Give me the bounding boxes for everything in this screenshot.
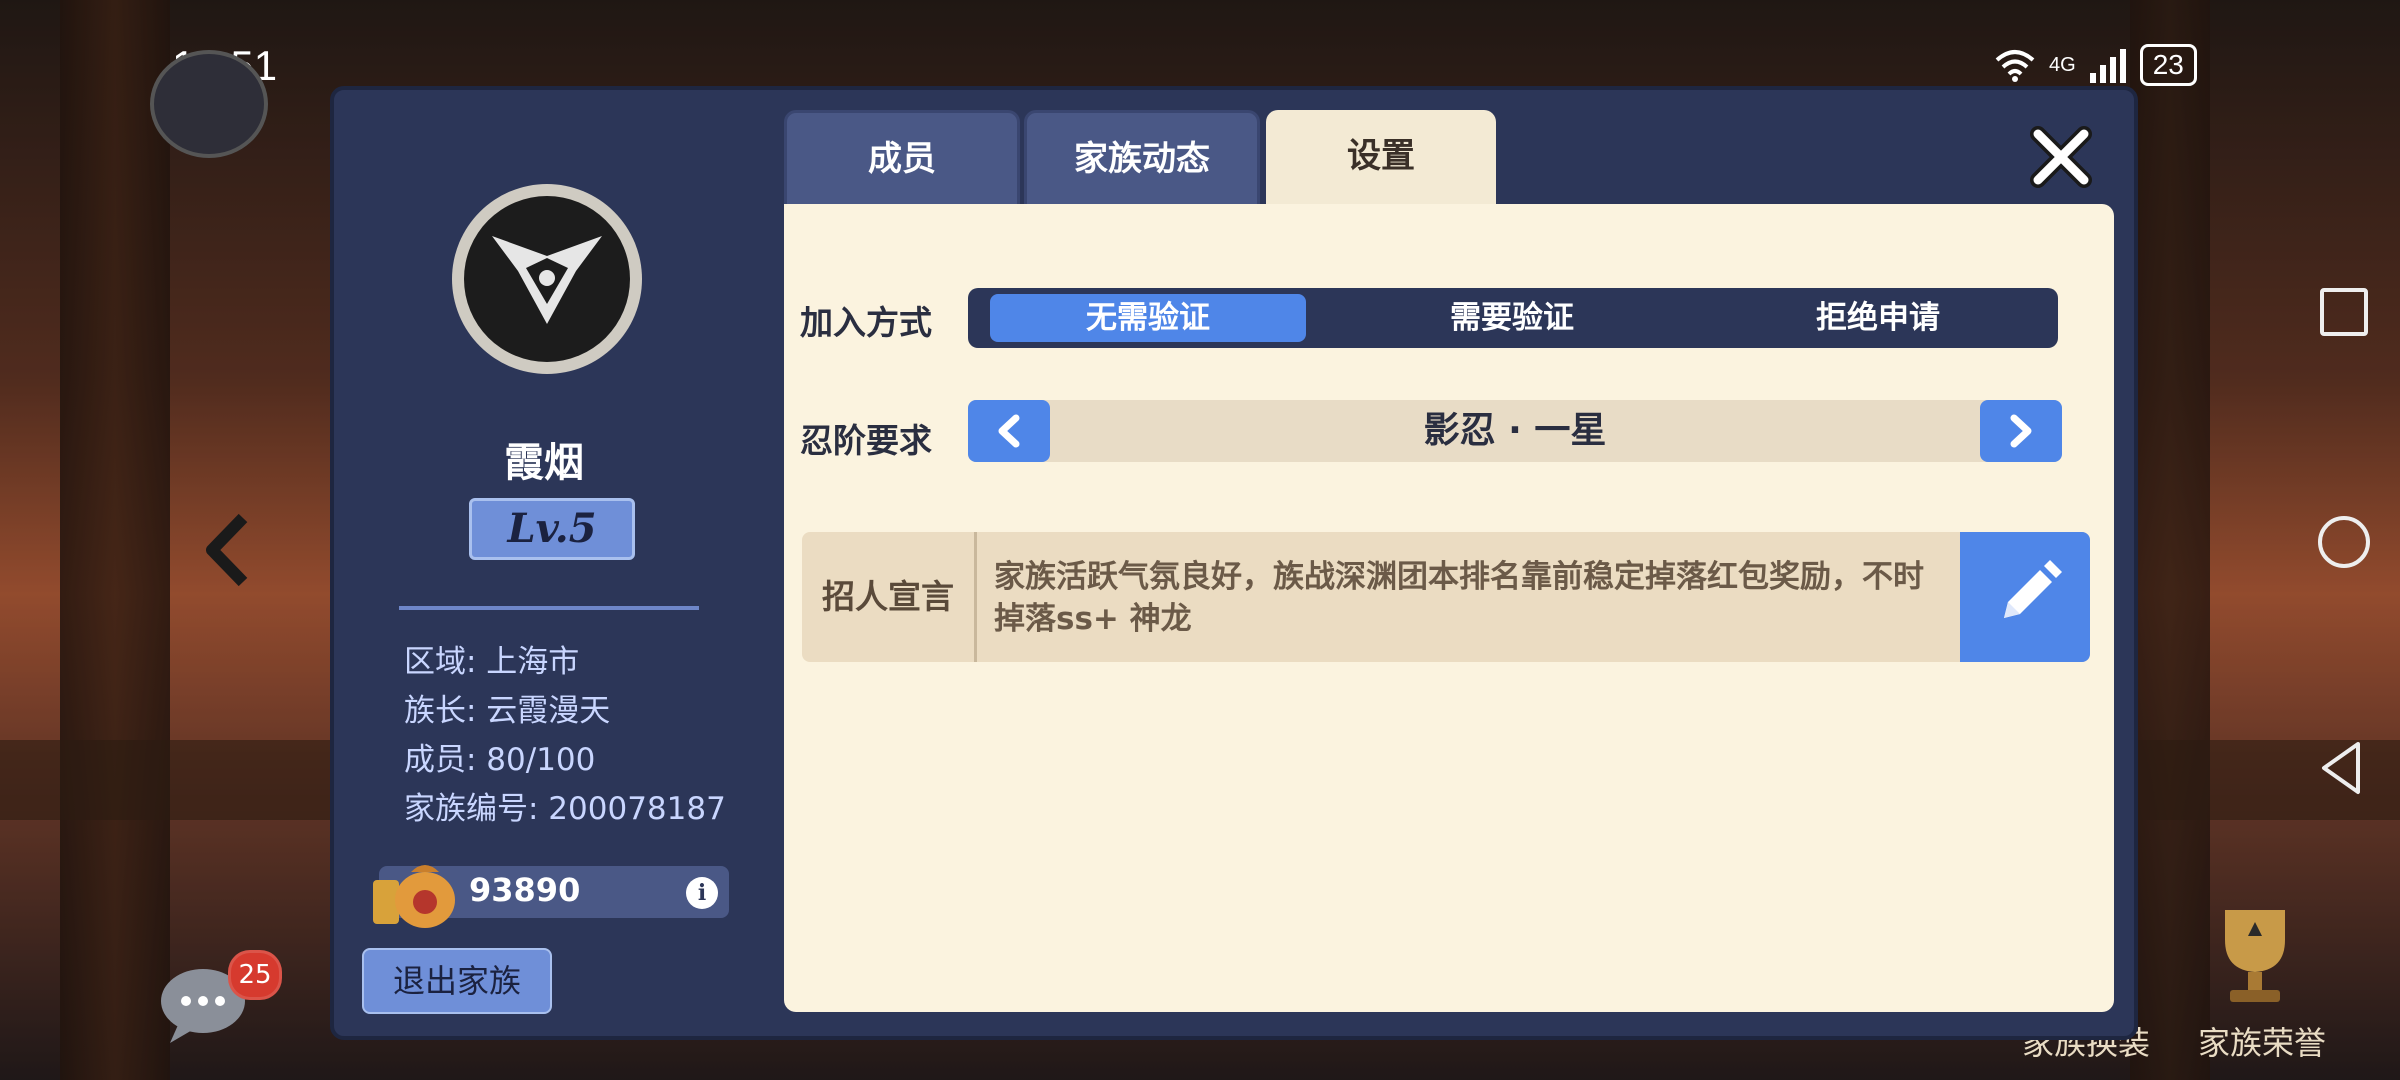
join-option-no-verify[interactable]: 无需验证 [990,294,1306,342]
rank-prev-button[interactable] [968,400,1050,462]
recruit-declaration: 招人宣言 家族活跃气氛良好，族战深渊团本排名靠前稳定掉落红包奖励，不时掉落ss+… [802,532,2090,662]
edit-declaration-button[interactable] [1960,532,2090,662]
clan-id: 家族编号: 200078187 [404,791,726,827]
clan-emblem-icon [452,184,642,374]
coin-bag-icon [373,865,455,928]
clan-members: 成员: 80/100 [404,742,596,778]
close-icon[interactable] [2026,122,2096,192]
clan-info-panel: 霞烟 Lv.5 区域: 上海市 族长: 云霞漫天 成员: 80/100 家族编号… [334,90,754,1036]
trophy-icon[interactable] [2200,900,2310,1010]
tab-clan-news[interactable]: 家族动态 [1024,110,1260,214]
signal-icon [2089,47,2126,83]
chevron-right-icon [2010,414,2032,448]
chat-unread-badge: 25 [228,950,282,1000]
clan-leader: 族长: 云霞漫天 [404,693,611,729]
join-option-reject[interactable]: 拒绝申请 [1720,294,2036,342]
join-method-selector: 无需验证 需要验证 拒绝申请 [968,288,2058,348]
clan-funds-value: 93890 [469,871,581,909]
player-avatar[interactable] [150,50,268,158]
settings-content: 加入方式 无需验证 需要验证 拒绝申请 忍阶要求 影忍 · 一星 招人宣言 家族… [784,204,2114,1012]
wifi-icon [1995,50,2035,82]
home-icon[interactable] [2318,516,2370,568]
recent-apps-icon[interactable] [2320,288,2368,336]
rank-requirement-selector: 影忍 · 一星 [968,400,2062,462]
recruit-declaration-text: 家族活跃气氛良好，族战深渊团本排名靠前稳定掉落红包奖励，不时掉落ss+ 神龙 [994,559,1924,637]
status-icons: 4G 23 [1995,44,2197,86]
join-option-verify[interactable]: 需要验证 [1354,294,1670,342]
join-method-label: 加入方式 [800,303,932,342]
android-back-icon[interactable] [2318,740,2366,796]
tab-settings[interactable]: 设置 [1266,110,1496,208]
recruit-declaration-label: 招人宣言 [802,532,977,662]
tab-members[interactable]: 成员 [784,110,1020,214]
clan-name: 霞烟 [504,440,584,486]
rank-requirement-value: 影忍 · 一星 [1423,410,1607,451]
panel-divider [399,606,699,610]
clan-dialog: 霞烟 Lv.5 区域: 上海市 族长: 云霞漫天 成员: 80/100 家族编号… [330,86,2138,1040]
clan-region: 区域: 上海市 [404,644,580,680]
network-type: 4G [2049,53,2076,76]
rank-next-button[interactable] [1980,400,2062,462]
back-arrow-icon[interactable] [198,510,258,590]
info-icon[interactable]: i [686,877,718,909]
leave-clan-button[interactable]: 退出家族 [362,948,552,1014]
family-honor-label[interactable]: 家族荣誉 [2172,1018,2352,1064]
battery-icon: 23 [2139,44,2197,86]
battery-level: 23 [2152,49,2184,80]
rank-requirement-label: 忍阶要求 [800,421,932,460]
pencil-icon [2004,560,2062,618]
clan-level-badge: Lv.5 [469,498,635,560]
chevron-left-icon [998,414,1020,448]
